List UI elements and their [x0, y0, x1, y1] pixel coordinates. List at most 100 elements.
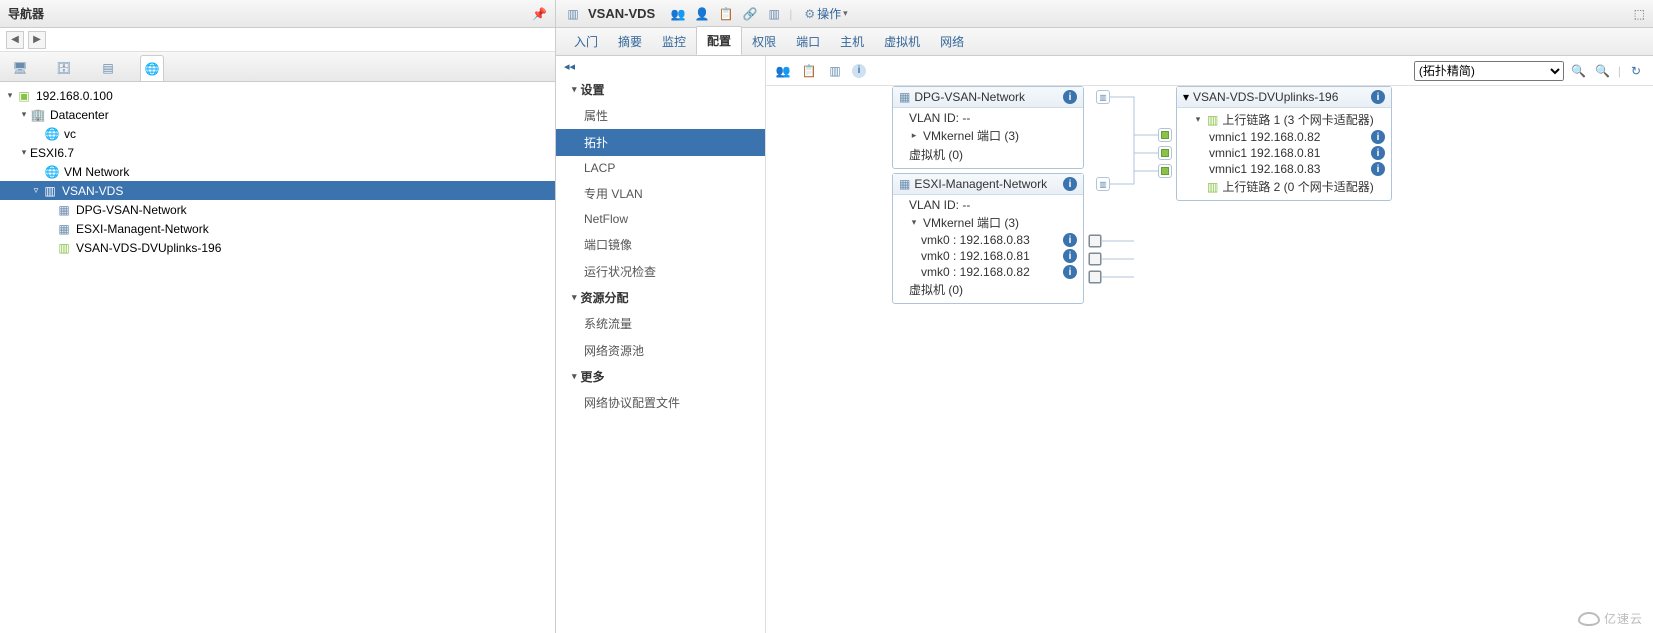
tree-node-vmnetwork[interactable]: 🌐 VM Network: [0, 162, 555, 181]
actions-menu[interactable]: ⚙ 操作 ▾: [804, 5, 847, 22]
tree-node-mgmt[interactable]: ▦ ESXI-Managent-Network: [0, 219, 555, 238]
info-icon[interactable]: i: [1371, 90, 1385, 104]
tab-permissions[interactable]: 权限: [742, 28, 786, 55]
info-icon[interactable]: i: [852, 64, 866, 78]
info-icon[interactable]: i: [1371, 130, 1385, 144]
info-icon[interactable]: i: [1371, 146, 1385, 160]
card-body: VLAN ID: -- ▸VMkernel 端口 (3) 虚拟机 (0): [893, 108, 1083, 168]
search-icon[interactable]: 🔍: [1570, 64, 1588, 78]
tree-node-esxi[interactable]: ▾ ESXI6.7: [0, 143, 555, 162]
tree-node-vcenter[interactable]: ▾ ▣ 192.168.0.100: [0, 86, 555, 105]
action-icon-2[interactable]: 👤: [693, 7, 711, 21]
tree-label: 192.168.0.100: [36, 89, 113, 103]
tree-node-vc[interactable]: 🌐 vc: [0, 124, 555, 143]
sidebar-item-netflow[interactable]: NetFlow: [556, 207, 765, 231]
sidebar-item-system-traffic[interactable]: 系统流量: [556, 310, 765, 337]
navigator-header: 导航器 📌: [0, 0, 555, 28]
toolbar-icon-1[interactable]: 👥: [774, 64, 792, 78]
sidebar-item-health-check[interactable]: 运行状况检查: [556, 258, 765, 285]
sidebar-section-resource[interactable]: 资源分配: [556, 285, 765, 310]
info-icon[interactable]: i: [1063, 233, 1077, 247]
vmk-item[interactable]: vmk0 : 192.168.0.81: [921, 249, 1030, 263]
sidebar-item-topology[interactable]: 拓扑: [556, 129, 765, 156]
portgroup-icon: ▦: [56, 202, 72, 218]
portgroup-icon: ▦: [899, 90, 910, 104]
info-icon[interactable]: i: [1063, 265, 1077, 279]
nav-history-bar: ◀ ▶: [0, 28, 555, 52]
navigator-panel: 导航器 📌 ◀ ▶ 🖥 🗄 ▤ 🌐 ▾ ▣ 192.168.0.100 ▾ 🏢 …: [0, 0, 556, 633]
topology-card-uplinks[interactable]: ▾ VSAN-VDS-DVUplinks-196 i ▾▥上行链路 1 (3 个…: [1176, 86, 1392, 201]
nav-back-button[interactable]: ◀: [6, 31, 24, 49]
card-title: ESXI-Managent-Network: [914, 177, 1059, 191]
vmk-item[interactable]: vmk0 : 192.168.0.82: [921, 265, 1030, 279]
nic-item[interactable]: vmnic1 192.168.0.82: [1209, 130, 1320, 144]
tab-hosts[interactable]: 主机: [830, 28, 874, 55]
hosts-view-icon[interactable]: 🖥: [8, 55, 32, 81]
networking-view-icon[interactable]: 🌐: [140, 55, 164, 81]
toolbar-icon-3[interactable]: ▥: [826, 64, 844, 78]
vms-view-icon[interactable]: 🗄: [52, 55, 76, 81]
tree-node-dpg[interactable]: ▦ DPG-VSAN-Network: [0, 200, 555, 219]
refresh-icon[interactable]: ↻: [1627, 64, 1645, 78]
nic-item[interactable]: vmnic1 192.168.0.81: [1209, 146, 1320, 160]
nic-item[interactable]: vmnic1 192.168.0.83: [1209, 162, 1320, 176]
action-icon-1[interactable]: 👥: [669, 7, 687, 21]
topology-card-mgmt[interactable]: ▦ ESXI-Managent-Network i VLAN ID: -- ▾V…: [892, 173, 1084, 304]
sidebar-item-network-pool[interactable]: 网络资源池: [556, 337, 765, 364]
tree-label: Datacenter: [50, 108, 109, 122]
port-node: [1088, 252, 1102, 266]
configure-content: ◂◂ 设置 属性 拓扑 LACP 专用 VLAN NetFlow 端口镜像 运行…: [556, 56, 1653, 633]
tab-summary[interactable]: 摘要: [608, 28, 652, 55]
maximize-icon[interactable]: ⬚: [1634, 7, 1645, 21]
tab-vms[interactable]: 虚拟机: [874, 28, 930, 55]
tree-node-datacenter[interactable]: ▾ 🏢 Datacenter: [0, 105, 555, 124]
nav-forward-button[interactable]: ▶: [28, 31, 46, 49]
navigator-title: 导航器: [8, 5, 44, 22]
tree-label: ESXI6.7: [30, 146, 74, 160]
info-icon[interactable]: i: [1371, 162, 1385, 176]
topology-card-dpg[interactable]: ▦ DPG-VSAN-Network i VLAN ID: -- ▸VMkern…: [892, 86, 1084, 169]
info-icon[interactable]: i: [1063, 177, 1077, 191]
uplink-label[interactable]: 上行链路 1 (3 个网卡适配器): [1222, 111, 1373, 128]
uplink-label[interactable]: 上行链路 2 (0 个网卡适配器): [1222, 178, 1373, 195]
tab-configure[interactable]: 配置: [696, 26, 742, 55]
filter-icon[interactable]: 🔍: [1594, 64, 1612, 78]
action-icon-5[interactable]: ▥: [765, 7, 783, 21]
sidebar-item-netprotocol[interactable]: 网络协议配置文件: [556, 389, 765, 416]
storage-view-icon[interactable]: ▤: [96, 55, 120, 81]
topology-canvas[interactable]: ▦ DPG-VSAN-Network i VLAN ID: -- ▸VMkern…: [766, 86, 1653, 633]
sidebar-item-port-mirror[interactable]: 端口镜像: [556, 231, 765, 258]
card-body: ▾▥上行链路 1 (3 个网卡适配器) vmnic1 192.168.0.82i…: [1177, 108, 1391, 200]
sidebar-collapse-button[interactable]: ◂◂: [556, 56, 765, 77]
chevron-down-icon[interactable]: ▾: [1183, 90, 1189, 104]
tab-ports[interactable]: 端口: [786, 28, 830, 55]
action-icon-4[interactable]: 🔗: [741, 7, 759, 21]
sidebar-section-more[interactable]: 更多: [556, 364, 765, 389]
inventory-tree: ▾ ▣ 192.168.0.100 ▾ 🏢 Datacenter 🌐 vc ▾ …: [0, 82, 555, 633]
content-panel: ▥ VSAN-VDS 👥 👤 📋 🔗 ▥ | ⚙ 操作 ▾ ⬚ 入门 摘要 监控…: [556, 0, 1653, 633]
port-node: [1088, 270, 1102, 284]
sidebar-item-properties[interactable]: 属性: [556, 102, 765, 129]
toolbar-icon-2[interactable]: 📋: [800, 64, 818, 78]
vmk-label[interactable]: VMkernel 端口 (3): [923, 127, 1019, 144]
portgroup-icon: ▦: [899, 177, 910, 191]
sidebar-section-settings[interactable]: 设置: [556, 77, 765, 102]
vmk-header[interactable]: VMkernel 端口 (3): [923, 214, 1019, 231]
tree-node-vsan-vds[interactable]: ▿ ▥ VSAN-VDS: [0, 181, 555, 200]
pin-icon[interactable]: 📌: [532, 7, 547, 21]
info-icon[interactable]: i: [1063, 249, 1077, 263]
sidebar-item-lacp[interactable]: LACP: [556, 156, 765, 180]
object-title: VSAN-VDS: [588, 6, 655, 21]
vcenter-icon: ▣: [16, 88, 32, 104]
topology-filter-select[interactable]: (拓扑精简): [1414, 61, 1564, 81]
action-icon-3[interactable]: 📋: [717, 7, 735, 21]
tree-node-uplinks[interactable]: ▥ VSAN-VDS-DVUplinks-196: [0, 238, 555, 257]
inventory-view-tabs: 🖥 🗄 ▤ 🌐: [0, 52, 555, 82]
tab-getting-started[interactable]: 入门: [564, 28, 608, 55]
tab-networks[interactable]: 网络: [930, 28, 974, 55]
vmk-item[interactable]: vmk0 : 192.168.0.83: [921, 233, 1030, 247]
link-node: ▥: [1096, 90, 1110, 104]
sidebar-item-private-vlan[interactable]: 专用 VLAN: [556, 180, 765, 207]
tab-monitor[interactable]: 监控: [652, 28, 696, 55]
info-icon[interactable]: i: [1063, 90, 1077, 104]
